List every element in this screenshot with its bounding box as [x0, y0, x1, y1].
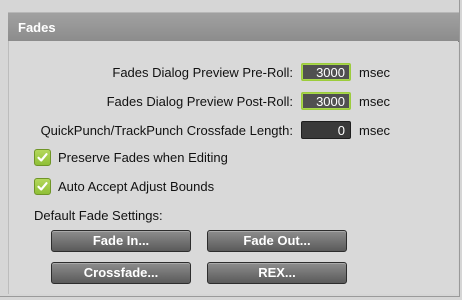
auto-accept-label: Auto Accept Adjust Bounds	[58, 179, 215, 194]
fade-in-button[interactable]: Fade In...	[51, 230, 191, 252]
preroll-label: Fades Dialog Preview Pre-Roll:	[112, 65, 293, 80]
checkmark-icon	[37, 153, 48, 162]
checkmark-icon	[37, 182, 48, 191]
preserve-fades-option[interactable]: Preserve Fades when Editing	[34, 149, 294, 167]
fade-out-button[interactable]: Fade Out...	[207, 230, 347, 252]
crossfade-length-label: QuickPunch/TrackPunch Crossfade Length:	[40, 123, 293, 138]
auto-accept-option[interactable]: Auto Accept Adjust Bounds	[34, 178, 294, 196]
panel-content: Fades Dialog Preview Pre-Roll: 3000 msec…	[8, 41, 458, 294]
preroll-row: Fades Dialog Preview Pre-Roll:	[9, 62, 293, 82]
preserve-fades-checkbox[interactable]	[34, 149, 51, 166]
panel-title: Fades	[18, 20, 56, 35]
preroll-unit: msec	[359, 65, 391, 80]
auto-accept-checkbox[interactable]	[34, 178, 51, 195]
crossfade-length-unit: msec	[359, 123, 391, 138]
default-fade-settings-label: Default Fade Settings:	[34, 208, 163, 223]
preserve-fades-label: Preserve Fades when Editing	[58, 150, 228, 165]
panel-header: Fades	[8, 12, 459, 42]
postroll-label: Fades Dialog Preview Post-Roll:	[106, 94, 293, 109]
crossfade-length-row: QuickPunch/TrackPunch Crossfade Length:	[9, 120, 293, 140]
postroll-field[interactable]: 3000	[301, 92, 351, 110]
crossfade-length-field[interactable]: 0	[301, 121, 351, 139]
postroll-unit: msec	[359, 94, 391, 109]
rex-button[interactable]: REX...	[207, 262, 347, 284]
fades-panel: Fades Fades Dialog Preview Pre-Roll: 300…	[0, 0, 460, 297]
postroll-row: Fades Dialog Preview Post-Roll:	[9, 91, 293, 111]
preroll-field[interactable]: 3000	[301, 63, 351, 81]
crossfade-button[interactable]: Crossfade...	[51, 262, 191, 284]
